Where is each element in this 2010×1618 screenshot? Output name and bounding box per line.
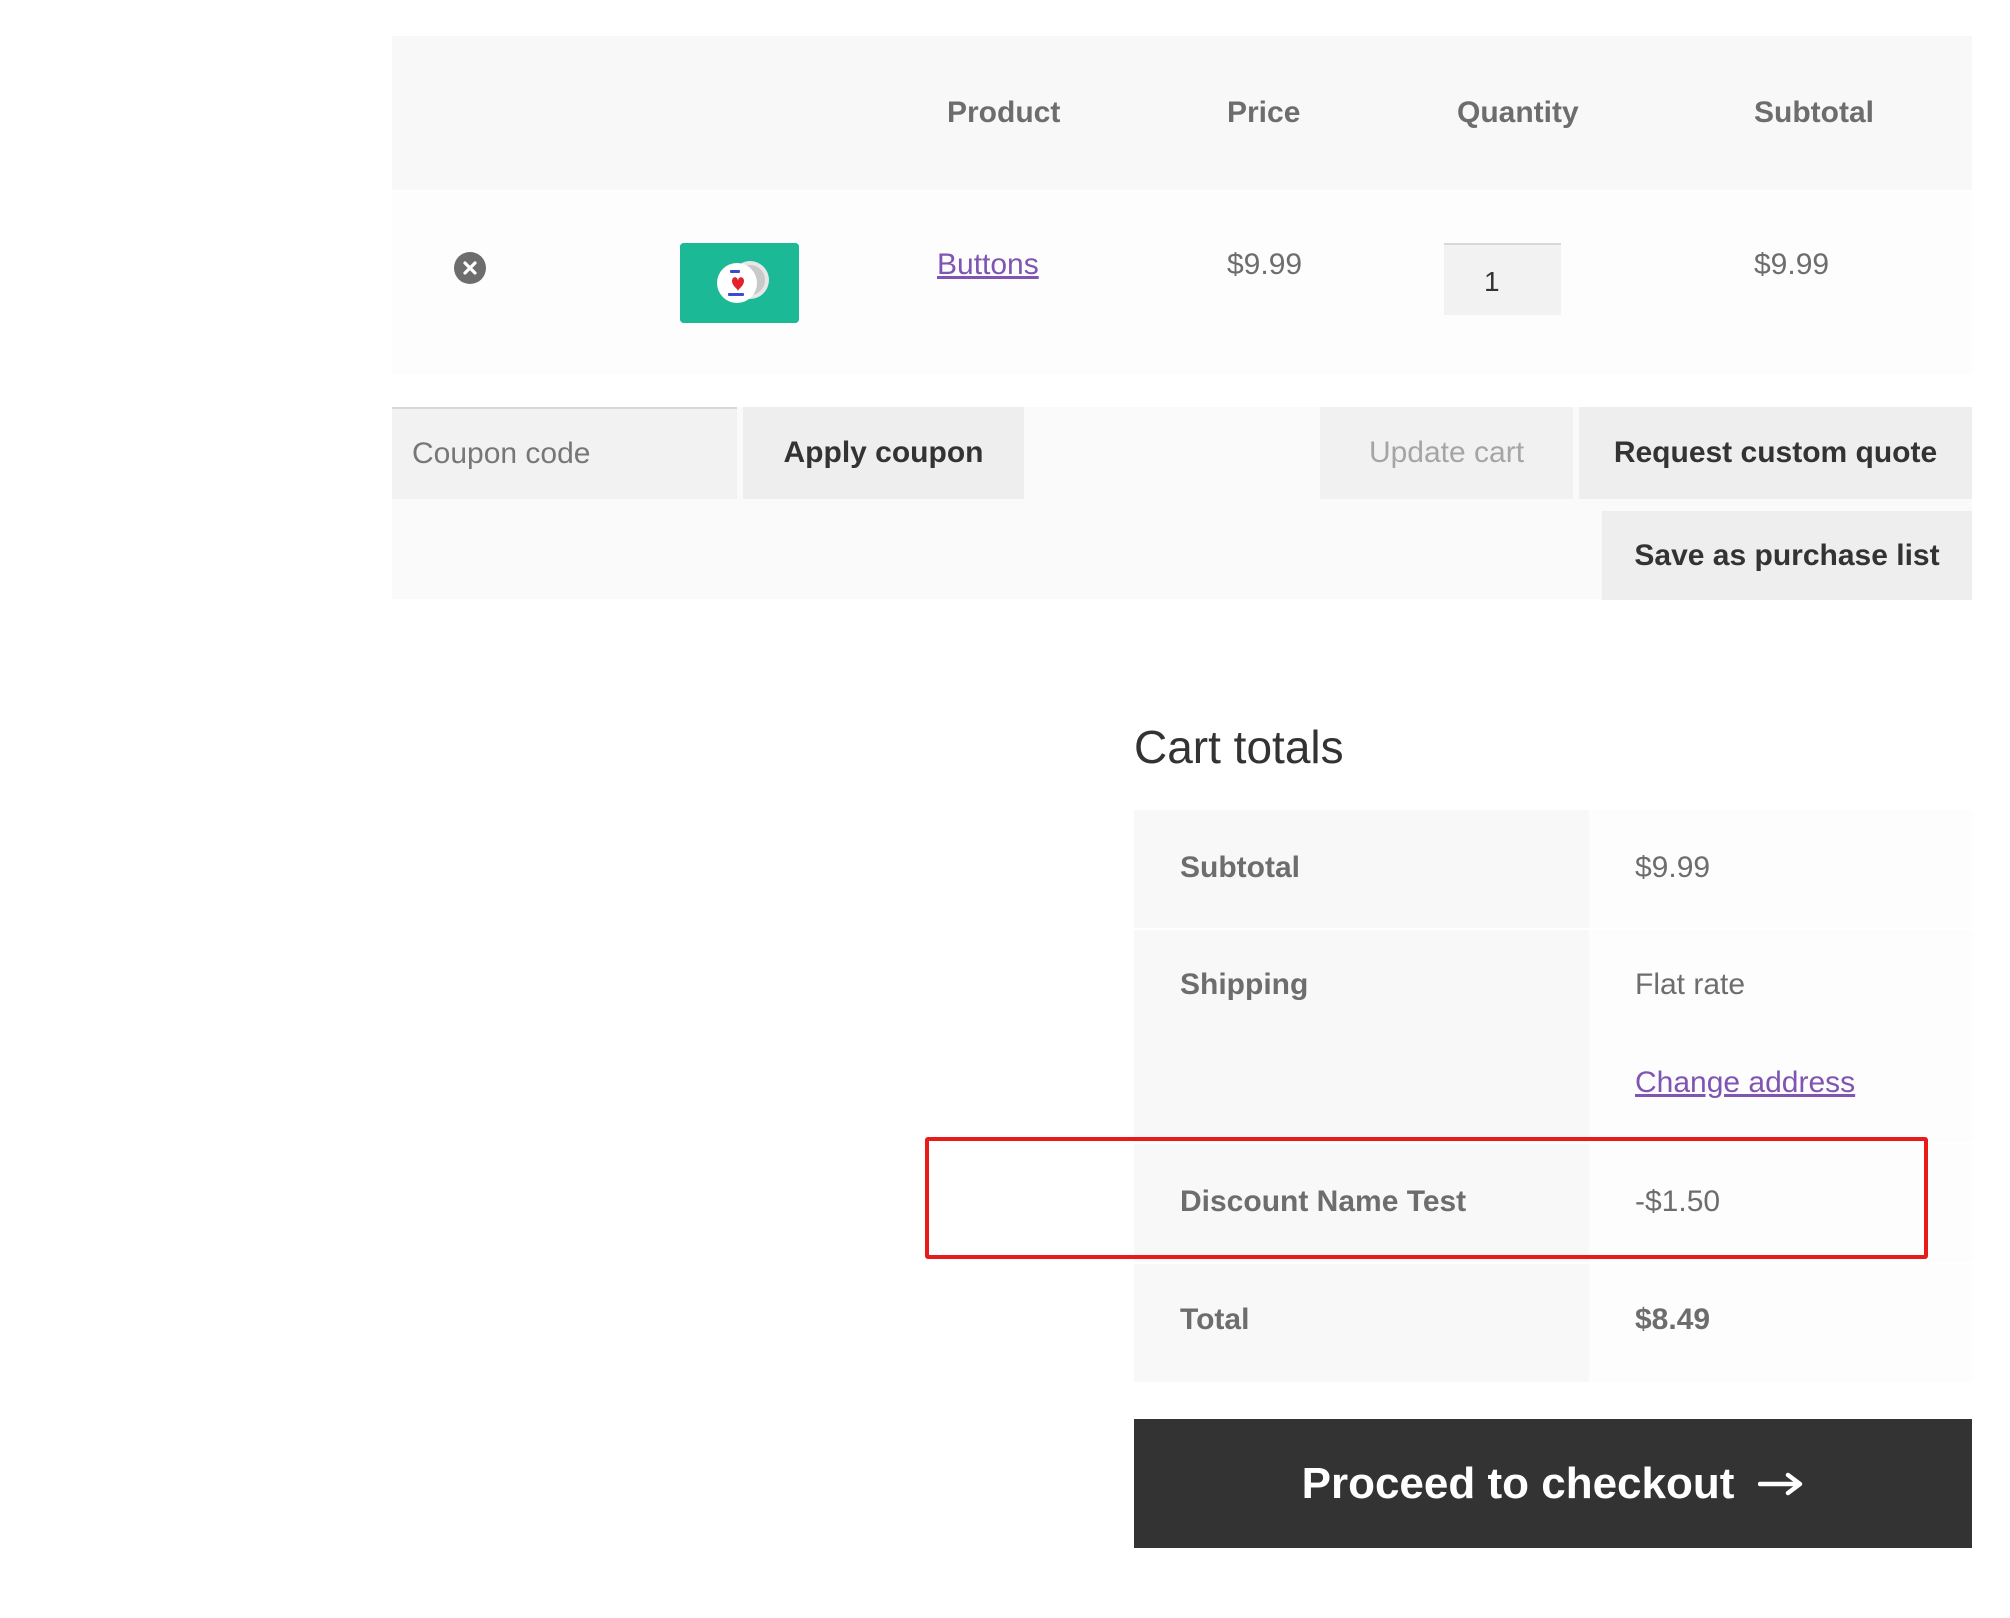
save-as-purchase-list-button[interactable]: Save as purchase list xyxy=(1602,511,1972,600)
product-link-buttons[interactable]: Buttons xyxy=(937,248,1039,282)
discount-highlight-box xyxy=(925,1137,1928,1259)
totals-total-label: Total xyxy=(1180,1303,1250,1336)
item-price: $9.99 xyxy=(1227,248,1303,281)
remove-item-button[interactable] xyxy=(454,252,486,284)
cart-totals-title: Cart totals xyxy=(1134,721,1344,773)
request-custom-quote-button[interactable]: Request custom quote xyxy=(1579,407,1972,499)
product-thumbnail[interactable] xyxy=(680,243,799,323)
checkout-label: Proceed to checkout xyxy=(1301,1458,1735,1508)
totals-shipping-label: Shipping xyxy=(1180,968,1309,1001)
remove-circle-icon xyxy=(463,261,477,275)
shipping-method: Flat rate xyxy=(1635,968,1746,1001)
proceed-to-checkout-button[interactable]: Proceed to checkout xyxy=(1134,1419,1972,1548)
button-badge-image xyxy=(680,243,799,323)
update-cart-button[interactable]: Update cart xyxy=(1320,407,1573,499)
header-price: Price xyxy=(1227,96,1301,129)
coupon-code-input[interactable] xyxy=(392,407,737,499)
totals-total-value: $8.49 xyxy=(1635,1303,1711,1336)
totals-subtotal-label: Subtotal xyxy=(1180,851,1300,884)
change-address-link[interactable]: Change address xyxy=(1635,1066,1855,1100)
totals-shipping-value-cell xyxy=(1589,930,1972,1142)
header-subtotal: Subtotal xyxy=(1754,96,1874,129)
quantity-input[interactable] xyxy=(1444,243,1561,315)
apply-coupon-button[interactable]: Apply coupon xyxy=(743,407,1024,499)
totals-subtotal-value: $9.99 xyxy=(1635,851,1711,884)
cart-table-header xyxy=(392,36,1972,190)
arrow-right-icon xyxy=(1758,1472,1803,1495)
header-product: Product xyxy=(947,96,1061,129)
item-subtotal: $9.99 xyxy=(1754,248,1830,281)
header-quantity: Quantity xyxy=(1457,96,1579,129)
table-row xyxy=(392,192,1972,374)
totals-shipping-label-cell xyxy=(1134,930,1589,1142)
